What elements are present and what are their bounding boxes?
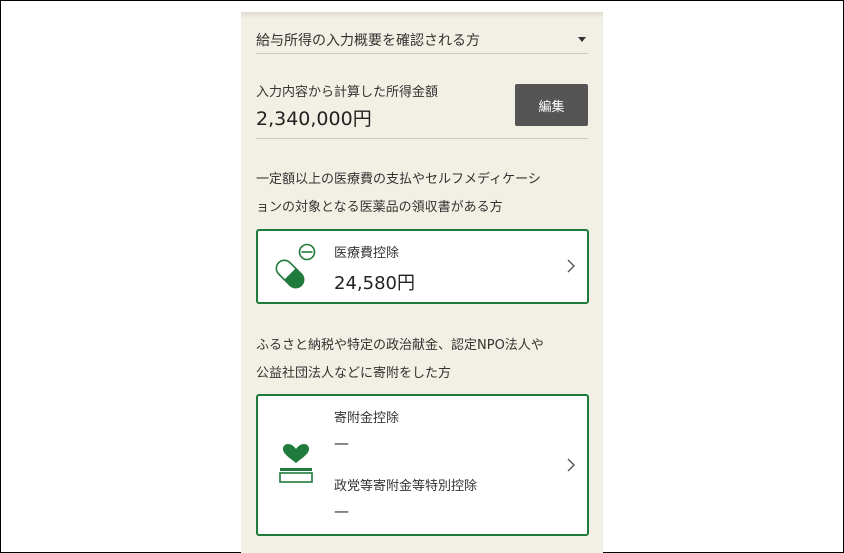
donation-deduction-title: 寄附金控除 <box>334 411 400 426</box>
medical-description-line: ョンの対象となる医薬品の領収書がある方 <box>256 200 503 215</box>
donation-description-line: ふるさと納税や特定の政治献金、認定NPO法人や <box>256 338 544 353</box>
chevron-right-icon <box>567 259 575 273</box>
chevron-right-icon <box>567 458 575 472</box>
salary-summary-label: 給与所得の入力概要を確認される方 <box>256 33 480 49</box>
income-amount: 2,340,000円 <box>256 108 372 130</box>
medical-deduction-value: 24,580円 <box>334 273 415 294</box>
income-label: 入力内容から計算した所得金額 <box>256 85 439 100</box>
income-summary: 入力内容から計算した所得金額 2,340,000円 編集 <box>256 78 588 139</box>
salary-summary-dropdown[interactable]: 給与所得の入力概要を確認される方 <box>256 28 588 54</box>
donation-description-line: 公益社団法人などに寄附をした方 <box>256 366 452 381</box>
pill-icon <box>275 243 316 289</box>
edit-button[interactable]: 編集 <box>515 84 588 126</box>
deduction-panel: 給与所得の入力概要を確認される方 入力内容から計算した所得金額 2,340,00… <box>241 12 603 553</box>
medical-description-line: 一定額以上の医療費の支払やセルフメディケーシ <box>256 172 541 187</box>
medical-deduction-card[interactable]: 医療費控除 24,580円 <box>256 229 589 304</box>
donation-description: ふるさと納税や特定の政治献金、認定NPO法人や 公益社団法人などに寄附をした方 <box>256 332 591 388</box>
donation-deduction-card[interactable]: 寄附金控除 — 政党等寄附金等特別控除 — <box>256 394 589 536</box>
medical-deduction-title: 医療費控除 <box>334 246 400 261</box>
caret-down-icon <box>578 37 586 42</box>
political-donation-value: — <box>334 502 349 520</box>
donation-box-icon <box>279 444 313 483</box>
medical-description: 一定額以上の医療費の支払やセルフメディケーシ ョンの対象となる医薬品の領収書があ… <box>256 166 591 222</box>
donation-deduction-value: — <box>334 434 349 452</box>
political-donation-title: 政党等寄附金等特別控除 <box>334 479 478 494</box>
